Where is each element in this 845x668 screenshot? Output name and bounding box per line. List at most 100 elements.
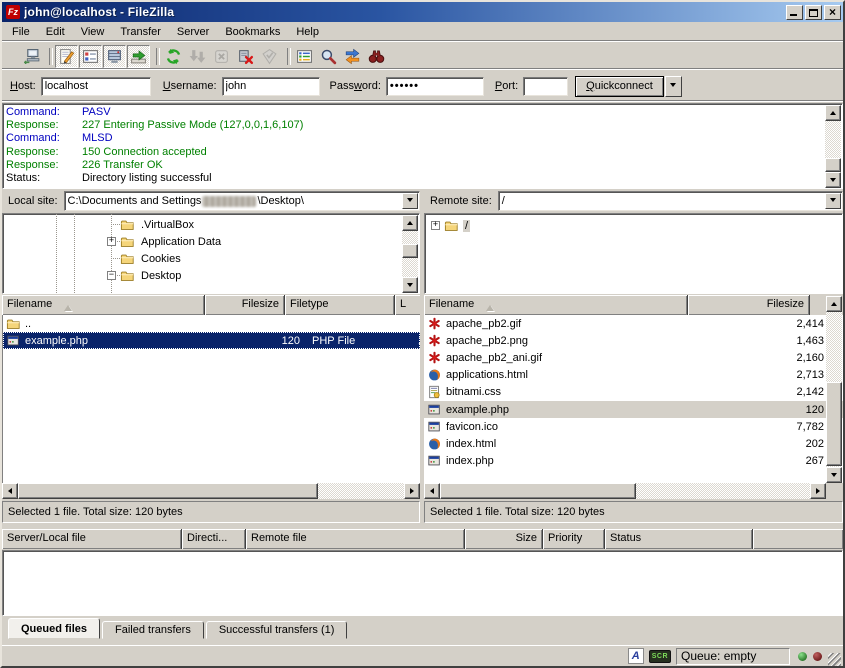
image-icon xyxy=(427,351,442,365)
html-icon xyxy=(427,368,442,382)
file-row[interactable]: index.php 267 xyxy=(424,453,843,470)
scroll-down-icon xyxy=(407,283,413,290)
toolbar-button[interactable] xyxy=(79,45,102,68)
quickconnect-dropdown[interactable] xyxy=(665,76,682,97)
maximize-button[interactable] xyxy=(805,5,822,20)
sort-ascending-icon xyxy=(486,301,494,311)
close-button[interactable]: × xyxy=(824,5,841,20)
tree-item[interactable]: + Application Data xyxy=(3,233,419,250)
toolbar-button[interactable] xyxy=(234,45,257,68)
column-header[interactable]: L xyxy=(395,295,420,315)
remote-site-combobox[interactable]: / xyxy=(498,191,843,211)
cancel-operation-icon xyxy=(213,48,230,65)
php-icon xyxy=(427,403,442,417)
password-input[interactable] xyxy=(386,77,484,96)
file-row[interactable]: apache_pb2_ani.gif 2,160 xyxy=(424,349,843,366)
column-header[interactable]: Filetype xyxy=(285,295,395,315)
port-input[interactable] xyxy=(523,77,568,96)
toolbar-button[interactable] xyxy=(127,45,150,68)
speed-limits-icon[interactable]: SCR xyxy=(649,650,671,663)
local-site-dropdown[interactable] xyxy=(402,193,418,209)
synchronized-browsing-icon xyxy=(344,48,361,65)
menu-item[interactable]: View xyxy=(73,23,113,41)
username-input[interactable] xyxy=(222,77,320,96)
menu-item[interactable]: Bookmarks xyxy=(217,23,288,41)
local-list-hscrollbar[interactable] xyxy=(2,483,420,499)
file-row[interactable]: example.php 120 PHP File 1 xyxy=(3,332,420,349)
tree-expander[interactable]: + xyxy=(431,221,440,230)
tree-item[interactable]: − Desktop xyxy=(3,267,419,284)
toolbar-button[interactable] xyxy=(293,45,316,68)
local-tree-scrollbar[interactable] xyxy=(402,215,418,293)
local-file-list: .. example.php 120 PHP File 1 xyxy=(2,315,420,483)
scroll-up-icon xyxy=(831,299,837,306)
quickconnect-bar: Host: Username: Password: Port: Quickcon… xyxy=(2,71,843,102)
log-scrollbar[interactable] xyxy=(825,105,841,188)
file-row[interactable]: applications.html 2,713 xyxy=(424,367,843,384)
menu-item[interactable]: Server xyxy=(169,23,217,41)
column-header[interactable]: Priority xyxy=(543,529,605,549)
local-site-combobox[interactable]: C:\Documents and Settings\Desktop\ xyxy=(64,191,420,211)
html-icon xyxy=(427,437,442,451)
tree-item[interactable]: Cookies xyxy=(3,250,419,267)
column-header[interactable]: Directi... xyxy=(182,529,246,549)
file-row[interactable]: apache_pb2.gif 2,414 xyxy=(424,315,843,332)
file-row[interactable]: index.html 202 xyxy=(424,435,843,452)
tree-expander[interactable]: + xyxy=(107,237,116,246)
image-icon xyxy=(427,334,442,348)
tree-item[interactable]: + / xyxy=(425,217,842,234)
tree-item[interactable]: .VirtualBox xyxy=(3,216,419,233)
queue-list[interactable] xyxy=(2,550,843,616)
toolbar-button[interactable] xyxy=(210,45,233,68)
remote-directory-tree: + / xyxy=(424,213,843,294)
php-icon xyxy=(427,454,442,468)
toolbar-button[interactable] xyxy=(186,45,209,68)
toolbar-button[interactable] xyxy=(258,45,281,68)
chevron-down-icon xyxy=(407,198,413,205)
file-row[interactable]: .. xyxy=(3,315,420,332)
file-row[interactable]: bitnami.css 2,142 xyxy=(424,384,843,401)
site-manager-dropdown[interactable] xyxy=(6,45,19,68)
toolbar-button[interactable] xyxy=(55,45,78,68)
toolbar-button[interactable] xyxy=(20,45,43,68)
css-icon xyxy=(427,385,442,399)
column-header[interactable]: Filename xyxy=(424,295,688,315)
toolbar-button[interactable] xyxy=(162,45,185,68)
column-header[interactable]: Server/Local file xyxy=(2,529,182,549)
scroll-right-icon xyxy=(816,488,823,494)
menu-item[interactable]: Help xyxy=(288,23,327,41)
resize-grip[interactable] xyxy=(828,653,841,666)
tree-expander[interactable]: − xyxy=(107,271,116,280)
column-header[interactable]: Filesize xyxy=(688,295,810,315)
queue-tab[interactable]: Successful transfers (1) xyxy=(206,621,348,639)
queue-tab[interactable]: Queued files xyxy=(8,618,100,639)
site-manager-icon xyxy=(23,48,40,65)
column-header[interactable]: Filename xyxy=(2,295,205,315)
column-header[interactable]: Remote file xyxy=(246,529,465,549)
log-line: Response: 226 Transfer OK xyxy=(3,159,842,172)
column-header[interactable]: Size xyxy=(465,529,543,549)
menu-item[interactable]: Edit xyxy=(38,23,73,41)
file-row[interactable]: example.php 120 xyxy=(424,401,843,418)
menu-item[interactable]: Transfer xyxy=(112,23,169,41)
toolbar-button[interactable] xyxy=(317,45,340,68)
queue-tab[interactable]: Failed transfers xyxy=(102,621,204,639)
toolbar-button[interactable] xyxy=(103,45,126,68)
toolbar-button[interactable] xyxy=(341,45,364,68)
quickconnect-button[interactable]: Quickconnect xyxy=(575,76,664,97)
toolbar-button[interactable] xyxy=(365,45,388,68)
column-header[interactable]: Filesize xyxy=(205,295,285,315)
remote-list-hscrollbar[interactable] xyxy=(424,483,826,499)
remote-site-dropdown[interactable] xyxy=(825,193,841,209)
port-label: Port: xyxy=(495,80,518,92)
column-header[interactable]: Status xyxy=(605,529,753,549)
minimize-button[interactable] xyxy=(786,5,803,20)
remote-list-scrollbar[interactable] xyxy=(826,296,842,483)
scroll-up-icon xyxy=(407,218,413,225)
file-row[interactable]: favicon.ico 7,782 xyxy=(424,418,843,435)
file-row[interactable]: apache_pb2.png 1,463 xyxy=(424,332,843,349)
host-input[interactable] xyxy=(41,77,151,96)
menu-item[interactable]: File xyxy=(4,23,38,41)
transfer-type-icon[interactable]: A xyxy=(628,648,644,664)
scroll-left-icon xyxy=(427,488,434,494)
